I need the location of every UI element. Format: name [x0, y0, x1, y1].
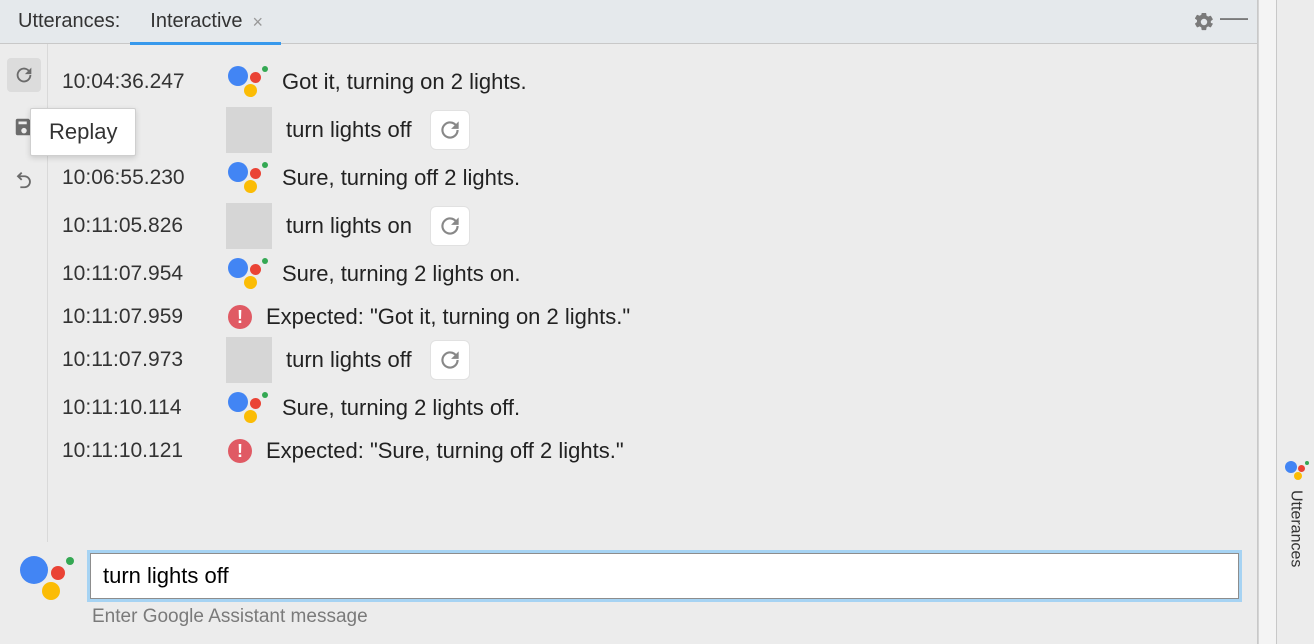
transcript-list[interactable]: 10:04:36.247 Got it, turning on 2 lights.…	[48, 44, 1257, 542]
left-gutter: Replay	[0, 44, 48, 542]
footer: Enter Google Assistant message	[0, 542, 1257, 644]
assistant-logo-icon	[226, 64, 268, 100]
replay-button[interactable]	[430, 206, 470, 246]
error-icon: !	[228, 439, 252, 463]
transcript-row: 10:06:55.230 Sure, turning off 2 lights.	[62, 154, 1245, 202]
undo-button[interactable]	[7, 162, 41, 196]
timestamp: 10:11:07.959	[62, 305, 212, 329]
tabs-title: Utterances:	[8, 10, 130, 33]
refresh-icon	[437, 213, 463, 239]
transcript-row: 10:11:10.114 Sure, turning 2 lights off.	[62, 384, 1245, 432]
error-icon: !	[228, 305, 252, 329]
input-helper-text: Enter Google Assistant message	[92, 606, 1239, 628]
transcript-row: 10:04:36.247 Got it, turning on 2 lights.	[62, 58, 1245, 106]
timestamp: 10:11:10.121	[62, 439, 212, 463]
assistant-logo-icon	[226, 160, 268, 196]
main-panel: Utterances: Interactive × — Re	[0, 0, 1258, 644]
refresh-icon	[13, 64, 35, 86]
refresh-icon	[437, 117, 463, 143]
tab-label: Interactive	[150, 10, 242, 33]
user-message-text: turn lights off	[286, 347, 412, 373]
assistant-logo-icon	[226, 256, 268, 292]
timestamp: 10:11:07.954	[62, 262, 212, 286]
replay-tooltip: Replay	[30, 108, 136, 156]
error-message-text: Expected: "Sure, turning off 2 lights."	[266, 438, 624, 464]
error-message-text: Expected: "Got it, turning on 2 lights."	[266, 304, 630, 330]
body-area: Replay 10:04:36.247 Got it, turning on 2 …	[0, 44, 1257, 542]
tab-interactive[interactable]: Interactive ×	[130, 2, 281, 45]
undo-icon	[13, 168, 35, 190]
timestamp: 10:11:10.114	[62, 396, 212, 420]
transcript-row: 10:11:07.973 turn lights off	[62, 336, 1245, 384]
assistant-logo-icon	[226, 390, 268, 426]
assistant-message-text: Got it, turning on 2 lights.	[282, 69, 527, 95]
timestamp: 10:11:07.973	[62, 348, 212, 372]
input-row	[18, 552, 1239, 600]
assistant-logo-icon	[18, 552, 74, 600]
user-avatar	[226, 337, 272, 383]
assistant-message-text: Sure, turning 2 lights off.	[282, 395, 520, 421]
timestamp: 10:04:36.247	[62, 70, 212, 94]
transcript-row: 10:11:07.954 Sure, turning 2 lights on.	[62, 250, 1245, 298]
settings-button[interactable]	[1189, 7, 1219, 37]
transcript-row: 10:11:07.959! Expected: "Got it, turning …	[62, 298, 1245, 336]
user-avatar	[226, 203, 272, 249]
timestamp: 10:06:55.230	[62, 166, 212, 190]
tabs-bar: Utterances: Interactive × —	[0, 0, 1257, 44]
close-icon[interactable]: ×	[253, 13, 264, 31]
transcript-row: 10:11:10.121! Expected: "Sure, turning of…	[62, 432, 1245, 470]
transcript-row: 10:11:05.826 turn lights on	[62, 202, 1245, 250]
assistant-message-text: Sure, turning off 2 lights.	[282, 165, 520, 191]
assistant-logo-icon	[1284, 460, 1308, 482]
user-message-text: turn lights off	[286, 117, 412, 143]
transcript-row: .272turn lights off	[62, 106, 1245, 154]
scrollbar[interactable]	[1258, 0, 1276, 644]
side-tab-label: Utterances	[1287, 490, 1305, 567]
message-input[interactable]	[90, 553, 1239, 599]
assistant-message-text: Sure, turning 2 lights on.	[282, 261, 520, 287]
replay-button[interactable]	[430, 340, 470, 380]
timestamp: 10:11:05.826	[62, 214, 212, 238]
replay-all-button[interactable]	[7, 58, 41, 92]
user-avatar	[226, 107, 272, 153]
replay-button[interactable]	[430, 110, 470, 150]
side-tab-utterances[interactable]: Utterances	[1276, 0, 1314, 644]
gear-icon	[1193, 11, 1215, 33]
minimize-button[interactable]: —	[1219, 7, 1249, 37]
refresh-icon	[437, 347, 463, 373]
app-root: Utterances: Interactive × — Re	[0, 0, 1314, 644]
user-message-text: turn lights on	[286, 213, 412, 239]
